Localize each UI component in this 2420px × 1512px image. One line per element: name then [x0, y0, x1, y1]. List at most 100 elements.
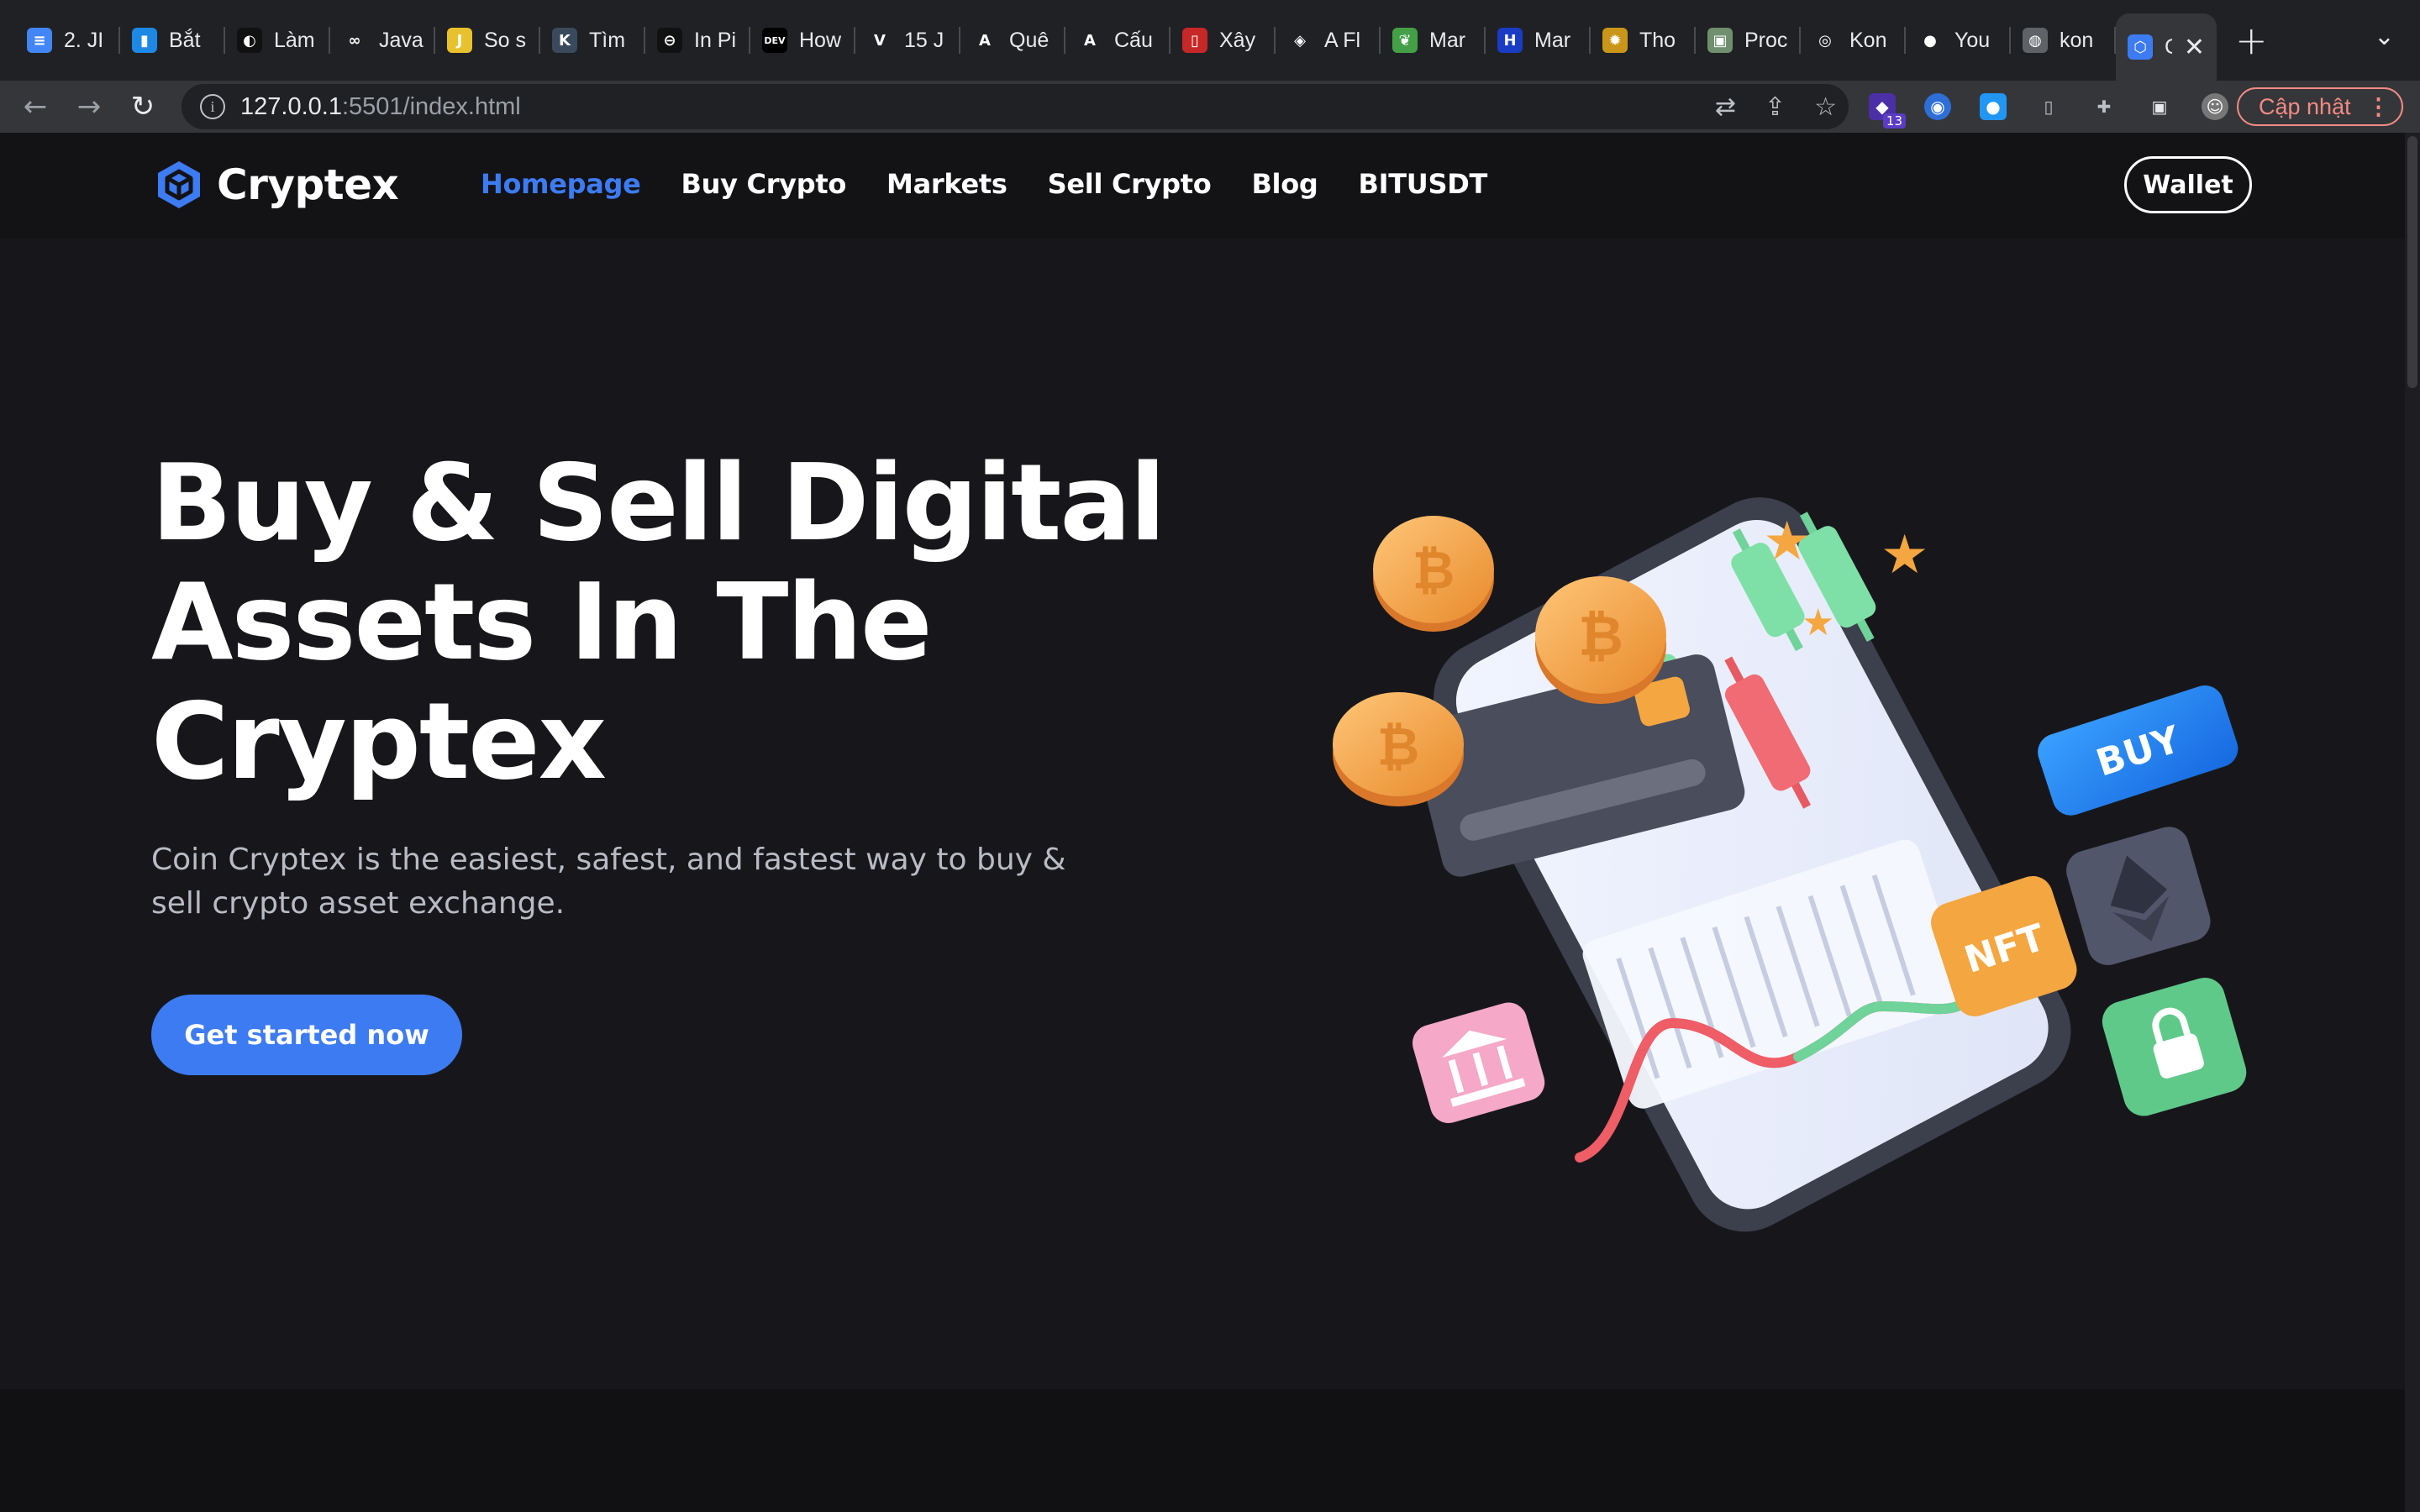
globe-icon: ◍: [2023, 28, 2048, 53]
bank-icon: [1412, 1002, 1545, 1124]
tab-list: ≡ 2. JI ▮ Bắt ◐ Làm ∞ Java J So s K Tìm ⊖ In Pi DEV How…: [15, 0, 2217, 81]
tab-title: Proc: [1744, 28, 1788, 52]
site-info-icon[interactable]: i: [200, 94, 225, 119]
a-icon: A: [972, 28, 997, 53]
close-tab-icon[interactable]: ✕: [2184, 33, 2205, 62]
browser-tab[interactable]: ▮ Bắt: [120, 8, 225, 72]
tab-title: Làm: [274, 28, 315, 52]
tab-title: kon: [2060, 28, 2094, 52]
buy-tile: BUY: [2038, 685, 2238, 816]
coin-symbol: ₿: [1377, 716, 1420, 777]
bookmark-icon: ▮: [132, 28, 157, 53]
sunflower-icon: ✹: [1602, 28, 1628, 53]
tab-title: A Fl: [1324, 28, 1361, 52]
nav-sell-crypto[interactable]: Sell Crypto: [1048, 168, 1212, 200]
js-icon: J: [447, 28, 472, 53]
browser-tab[interactable]: V 15 J: [855, 8, 960, 72]
brand-logo[interactable]: Cryptex: [156, 160, 399, 210]
share-icon[interactable]: ⇪: [1765, 92, 1786, 122]
browser-tab[interactable]: ◐ Làm: [225, 8, 330, 72]
tab-title: So s: [484, 28, 527, 52]
tab-title: 2. JI: [64, 28, 104, 52]
browser-tab[interactable]: ● You: [1906, 8, 2011, 72]
tab-title: C: [2165, 35, 2172, 60]
vuetify-icon: V: [867, 28, 892, 53]
address-bar[interactable]: i 127.0.0.1:5501/index.html ⇄ ⇪ ☆: [182, 84, 1849, 129]
bitcoin-coin-icon: ₿: [1373, 516, 1494, 632]
browser-tab[interactable]: ▣ Proc: [1696, 8, 1801, 72]
coin-symbol: ₿: [1578, 604, 1623, 669]
browser-tab[interactable]: ◎ Kon: [1801, 8, 1906, 72]
url-text[interactable]: 127.0.0.1:5501/index.html: [240, 93, 521, 121]
tab-search-icon[interactable]: ⌄: [2374, 22, 2395, 51]
nav-homepage[interactable]: Homepage: [481, 168, 641, 200]
reload-icon[interactable]: ↻: [116, 90, 170, 123]
scrollbar-thumb[interactable]: [2407, 136, 2417, 388]
tab-title: Bắt: [169, 28, 201, 52]
star-icon: ★: [1881, 524, 1928, 586]
tab-title: 15 J: [904, 28, 944, 52]
page-scrollbar[interactable]: [2405, 133, 2420, 1512]
extension-phone-icon[interactable]: ▯: [2035, 93, 2062, 120]
browser-tab[interactable]: ✹ Tho: [1591, 8, 1696, 72]
tab-title: Cấu: [1114, 28, 1153, 52]
forward-arrow-icon[interactable]: →: [62, 90, 116, 123]
menu-dots-icon[interactable]: ⋮: [2367, 94, 2390, 120]
tab-title: Xây: [1219, 28, 1256, 52]
translate-icon[interactable]: ⇄: [1715, 92, 1736, 122]
extension-badge: 13: [1882, 113, 1906, 129]
bookmark-star-icon[interactable]: ☆: [1814, 92, 1837, 122]
globe-dark-icon: ⊖: [657, 28, 682, 53]
nav-markets[interactable]: Markets: [886, 168, 1007, 200]
star-icon: ★: [1763, 511, 1811, 573]
browser-tab[interactable]: ▯ Xây: [1171, 8, 1276, 72]
tab-title: Tìm: [589, 28, 626, 52]
extensions-area: ◆ 13 ◉ ● ▯ ✚ ▣ ☺: [1869, 81, 2228, 133]
get-started-button[interactable]: Get started now: [151, 995, 462, 1075]
browser-tab[interactable]: K Tìm: [540, 8, 645, 72]
nav-bitusdt[interactable]: BITUSDT: [1359, 168, 1488, 200]
bitcoin-coin-icon: ₿: [1535, 576, 1666, 704]
nav-blog[interactable]: Blog: [1251, 168, 1318, 200]
browser-tab[interactable]: DEV How: [750, 8, 855, 72]
infinity-icon: ∞: [342, 28, 367, 53]
browser-tab[interactable]: ◈ A Fl: [1276, 8, 1381, 72]
photo-icon: ▣: [1707, 28, 1733, 53]
tab-title: Kon: [1849, 28, 1887, 52]
circle-icon: ◎: [1812, 28, 1838, 53]
tab-title: Quê: [1009, 28, 1050, 52]
browser-tab[interactable]: ⊖ In Pi: [645, 8, 750, 72]
browser-tab[interactable]: A Cấu: [1065, 8, 1171, 72]
extensions-puzzle-icon[interactable]: ✚: [2091, 93, 2118, 120]
browser-tab[interactable]: H Mar: [1486, 8, 1591, 72]
a-icon: A: [1077, 28, 1102, 53]
github-icon: ●: [1918, 28, 1943, 53]
side-panel-icon[interactable]: ▣: [2146, 93, 2173, 120]
browser-tab[interactable]: ⬡ C ✕: [2116, 13, 2217, 81]
browser-tab[interactable]: J So s: [435, 8, 540, 72]
browser-tab[interactable]: ◍ kon: [2011, 8, 2116, 72]
bitcoin-coin-icon: ₿: [1333, 692, 1464, 806]
site-header: Cryptex Homepage Buy Crypto Markets Sell…: [0, 133, 2405, 239]
browser-tab[interactable]: A Quê: [960, 8, 1065, 72]
browser-tab[interactable]: ≡ 2. JI: [15, 8, 120, 72]
nav-buy-crypto[interactable]: Buy Crypto: [681, 168, 847, 200]
profile-avatar[interactable]: ☺: [2202, 93, 2228, 120]
ethereum-icon: [2066, 827, 2211, 965]
browser-tab[interactable]: ∞ Java: [330, 8, 435, 72]
back-arrow-icon[interactable]: ←: [8, 90, 62, 123]
tab-title: How: [799, 28, 842, 52]
circle-logo-icon: ◐: [237, 28, 262, 53]
tab-title: In Pi: [694, 28, 737, 52]
docs-icon: ≡: [27, 28, 52, 53]
coin-symbol: ₿: [1413, 539, 1455, 601]
extension-circle-icon[interactable]: ◉: [1924, 93, 1951, 120]
new-tab-button[interactable]: +: [2235, 18, 2268, 63]
browser-tab[interactable]: ❦ Mar: [1381, 8, 1486, 72]
extension-drop-icon[interactable]: ●: [1980, 93, 2007, 120]
main-nav: Homepage Buy Crypto Markets Sell Crypto …: [481, 168, 1487, 200]
extension-icon[interactable]: ◆ 13: [1869, 93, 1906, 129]
update-button[interactable]: Cập nhật ⋮: [2237, 87, 2403, 126]
hero-title: Buy & Sell Digital Assets In The Cryptex: [151, 441, 1166, 803]
wallet-button[interactable]: Wallet: [2124, 156, 2252, 213]
